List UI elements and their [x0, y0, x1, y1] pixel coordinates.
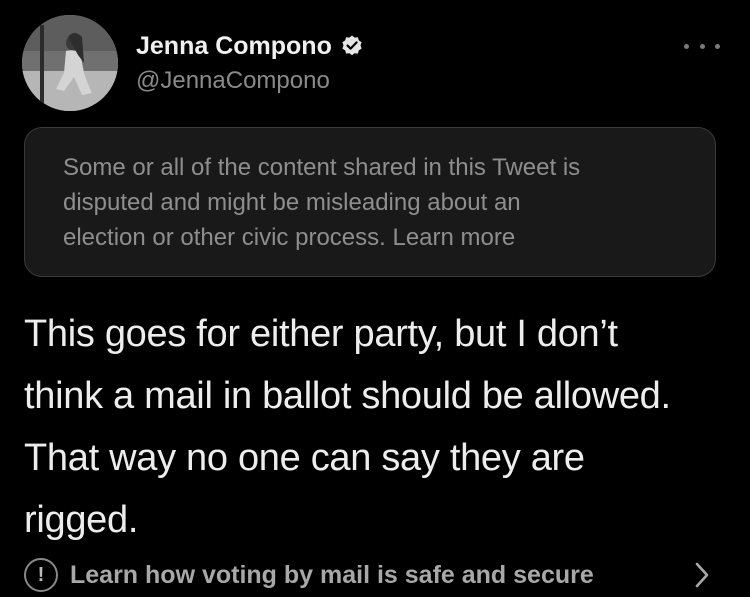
notice-text: Some or all of the content shared in thi…: [63, 150, 703, 255]
notice-line: Some or all of the content shared in thi…: [63, 154, 581, 181]
more-dot: [699, 43, 705, 49]
avatar-photo: [22, 15, 118, 111]
tweet-line: That way no one can say they are: [24, 437, 585, 479]
author-name-row[interactable]: Jenna Compono: [136, 31, 364, 61]
voting-info-label: Learn how voting by mail is safe and sec…: [70, 560, 594, 589]
notice-line: election or other civic process.: [63, 224, 393, 251]
more-dot: [715, 43, 720, 49]
voting-info-link[interactable]: ! Learn how voting by mail is safe and s…: [24, 555, 724, 595]
tweet-text: This goes for either party, but I don’t …: [24, 303, 724, 551]
author-handle[interactable]: @JennaCompono: [136, 67, 330, 95]
alert-circle-icon: !: [24, 558, 58, 592]
more-dot: [684, 43, 689, 49]
avatar[interactable]: [22, 15, 118, 111]
more-options-icon[interactable]: [684, 38, 720, 54]
disputed-content-notice: Some or all of the content shared in thi…: [24, 127, 716, 277]
verified-badge-icon: [342, 35, 362, 56]
learn-more-link[interactable]: Learn more: [392, 224, 515, 251]
author-display-name[interactable]: Jenna Compono: [136, 32, 332, 61]
tweet-line: rigged.: [24, 499, 139, 541]
tweet-line: This goes for either party, but I don’t: [24, 313, 618, 355]
notice-line: disputed and might be misleading about a…: [63, 189, 521, 216]
tweet-line: think a mail in ballot should be allowed…: [24, 375, 671, 417]
chevron-right-icon: [695, 562, 709, 588]
